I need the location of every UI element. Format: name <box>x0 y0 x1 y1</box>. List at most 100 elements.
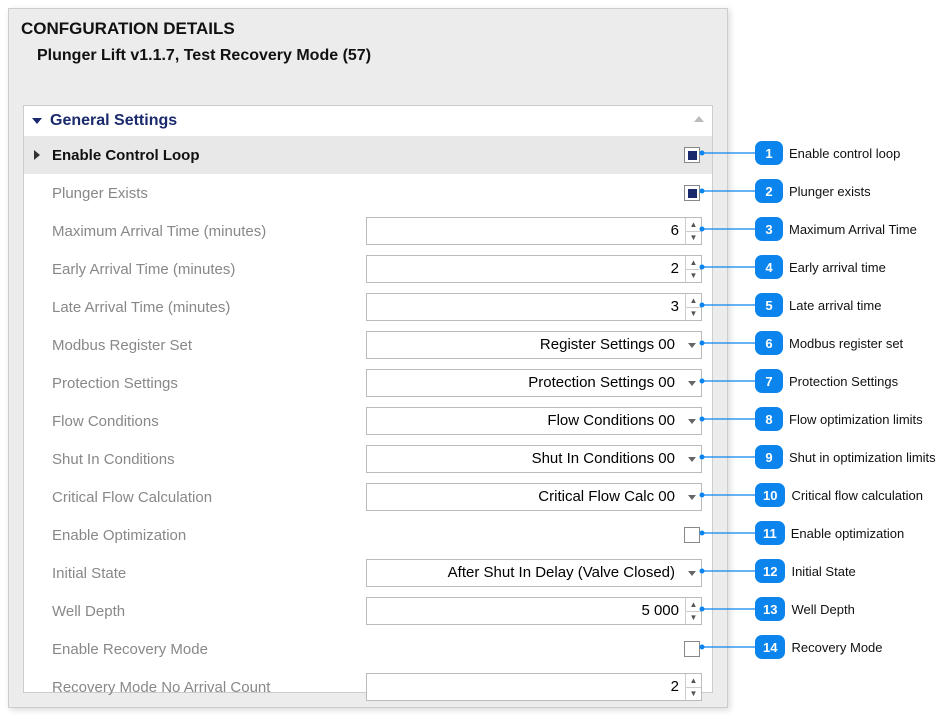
setting-row-1[interactable]: Plunger Exists <box>24 174 712 212</box>
setting-control: Shut In Conditions 00 <box>366 445 702 473</box>
dropdown[interactable]: Register Settings 00 <box>366 331 702 359</box>
setting-label: Well Depth <box>52 603 366 620</box>
chevron-down-icon[interactable] <box>683 560 701 586</box>
expand-icon <box>32 118 42 124</box>
spinner-up-icon[interactable]: ▲ <box>686 674 701 688</box>
setting-control <box>366 635 702 663</box>
number-spinner[interactable]: 6▲▼ <box>366 217 702 245</box>
checkbox[interactable] <box>684 147 700 163</box>
spinner-value[interactable]: 5 000 <box>367 598 685 624</box>
spinner-up-icon[interactable]: ▲ <box>686 598 701 612</box>
setting-label: Enable Recovery Mode <box>52 641 366 658</box>
chevron-down-icon[interactable] <box>683 446 701 472</box>
setting-control <box>366 141 702 169</box>
dropdown[interactable]: After Shut In Delay (Valve Closed) <box>366 559 702 587</box>
panel-subtitle: Plunger Lift v1.1.7, Test Recovery Mode … <box>9 43 727 77</box>
number-spinner[interactable]: 3▲▼ <box>366 293 702 321</box>
spinner-value[interactable]: 2 <box>367 256 685 282</box>
chevron-down-icon[interactable] <box>683 408 701 434</box>
setting-label: Recovery Mode No Arrival Count <box>52 679 366 696</box>
setting-row-2[interactable]: Maximum Arrival Time (minutes)6▲▼ <box>24 212 712 250</box>
panel-title: CONFGURATION DETAILS <box>9 9 727 43</box>
dropdown-value: After Shut In Delay (Valve Closed) <box>367 560 683 586</box>
setting-row-10[interactable]: Enable Optimization <box>24 516 712 554</box>
setting-label: Critical Flow Calculation <box>52 489 366 506</box>
dropdown[interactable]: Shut In Conditions 00 <box>366 445 702 473</box>
checkbox[interactable] <box>684 641 700 657</box>
dropdown-value: Flow Conditions 00 <box>367 408 683 434</box>
setting-row-5[interactable]: Modbus Register SetRegister Settings 00 <box>24 326 712 364</box>
dropdown[interactable]: Protection Settings 00 <box>366 369 702 397</box>
setting-label: Protection Settings <box>52 375 366 392</box>
callout-text: Initial State <box>791 564 855 579</box>
setting-row-8[interactable]: Shut In ConditionsShut In Conditions 00 <box>24 440 712 478</box>
callout-badge: 6 <box>755 331 783 355</box>
number-spinner[interactable]: 2▲▼ <box>366 673 702 701</box>
spinner-down-icon[interactable]: ▼ <box>686 270 701 283</box>
setting-label: Late Arrival Time (minutes) <box>52 299 366 316</box>
callout-badge: 14 <box>755 635 785 659</box>
setting-row-13[interactable]: Enable Recovery Mode <box>24 630 712 668</box>
callout-badge: 12 <box>755 559 785 583</box>
dropdown[interactable]: Critical Flow Calc 00 <box>366 483 702 511</box>
scroll-up-icon[interactable] <box>690 110 708 128</box>
setting-control: Register Settings 00 <box>366 331 702 359</box>
dropdown[interactable]: Flow Conditions 00 <box>366 407 702 435</box>
callout-text: Flow optimization limits <box>789 412 923 427</box>
callout-badge: 11 <box>755 521 785 545</box>
chevron-down-icon[interactable] <box>683 332 701 358</box>
dropdown-value: Critical Flow Calc 00 <box>367 484 683 510</box>
setting-row-11[interactable]: Initial StateAfter Shut In Delay (Valve … <box>24 554 712 592</box>
setting-row-14[interactable]: Recovery Mode No Arrival Count2▲▼ <box>24 668 712 706</box>
callout-text: Early arrival time <box>789 260 886 275</box>
callout-badge: 3 <box>755 217 783 241</box>
callout-9: 9Shut in optimization limits <box>755 445 936 469</box>
spinner-value[interactable]: 2 <box>367 674 685 700</box>
callout-text: Plunger exists <box>789 184 871 199</box>
setting-label: Flow Conditions <box>52 413 366 430</box>
callout-14: 14Recovery Mode <box>755 635 883 659</box>
callout-badge: 1 <box>755 141 783 165</box>
number-spinner[interactable]: 5 000▲▼ <box>366 597 702 625</box>
setting-label: Plunger Exists <box>52 185 366 202</box>
callout-8: 8Flow optimization limits <box>755 407 923 431</box>
spinner-value[interactable]: 3 <box>367 294 685 320</box>
config-panel: CONFGURATION DETAILS Plunger Lift v1.1.7… <box>8 8 728 708</box>
setting-row-3[interactable]: Early Arrival Time (minutes)2▲▼ <box>24 250 712 288</box>
setting-row-12[interactable]: Well Depth5 000▲▼ <box>24 592 712 630</box>
callout-text: Enable optimization <box>791 526 904 541</box>
spinner-up-icon[interactable]: ▲ <box>686 294 701 308</box>
section-general-settings[interactable]: General Settings <box>24 106 712 136</box>
checkbox[interactable] <box>684 527 700 543</box>
number-spinner[interactable]: 2▲▼ <box>366 255 702 283</box>
setting-row-9[interactable]: Critical Flow CalculationCritical Flow C… <box>24 478 712 516</box>
callout-badge: 13 <box>755 597 785 621</box>
callout-text: Late arrival time <box>789 298 881 313</box>
chevron-down-icon[interactable] <box>683 370 701 396</box>
setting-control: 2▲▼ <box>366 673 702 701</box>
spinner-down-icon[interactable]: ▼ <box>686 308 701 321</box>
callout-text: Protection Settings <box>789 374 898 389</box>
setting-row-7[interactable]: Flow ConditionsFlow Conditions 00 <box>24 402 712 440</box>
setting-row-0[interactable]: Enable Control Loop <box>24 136 712 174</box>
spinner-up-icon[interactable]: ▲ <box>686 218 701 232</box>
spinner-down-icon[interactable]: ▼ <box>686 232 701 245</box>
callout-13: 13Well Depth <box>755 597 855 621</box>
setting-control: After Shut In Delay (Valve Closed) <box>366 559 702 587</box>
setting-row-6[interactable]: Protection SettingsProtection Settings 0… <box>24 364 712 402</box>
spinner-up-icon[interactable]: ▲ <box>686 256 701 270</box>
setting-control: Protection Settings 00 <box>366 369 702 397</box>
setting-control: 6▲▼ <box>366 217 702 245</box>
spinner-value[interactable]: 6 <box>367 218 685 244</box>
checkbox[interactable] <box>684 185 700 201</box>
callout-badge: 2 <box>755 179 783 203</box>
spinner-down-icon[interactable]: ▼ <box>686 612 701 625</box>
setting-row-4[interactable]: Late Arrival Time (minutes)3▲▼ <box>24 288 712 326</box>
callout-badge: 5 <box>755 293 783 317</box>
setting-label: Early Arrival Time (minutes) <box>52 261 366 278</box>
spinner-down-icon[interactable]: ▼ <box>686 688 701 701</box>
chevron-down-icon[interactable] <box>683 484 701 510</box>
section-title: General Settings <box>50 112 177 130</box>
callout-7: 7Protection Settings <box>755 369 898 393</box>
callout-10: 10Critical flow calculation <box>755 483 923 507</box>
